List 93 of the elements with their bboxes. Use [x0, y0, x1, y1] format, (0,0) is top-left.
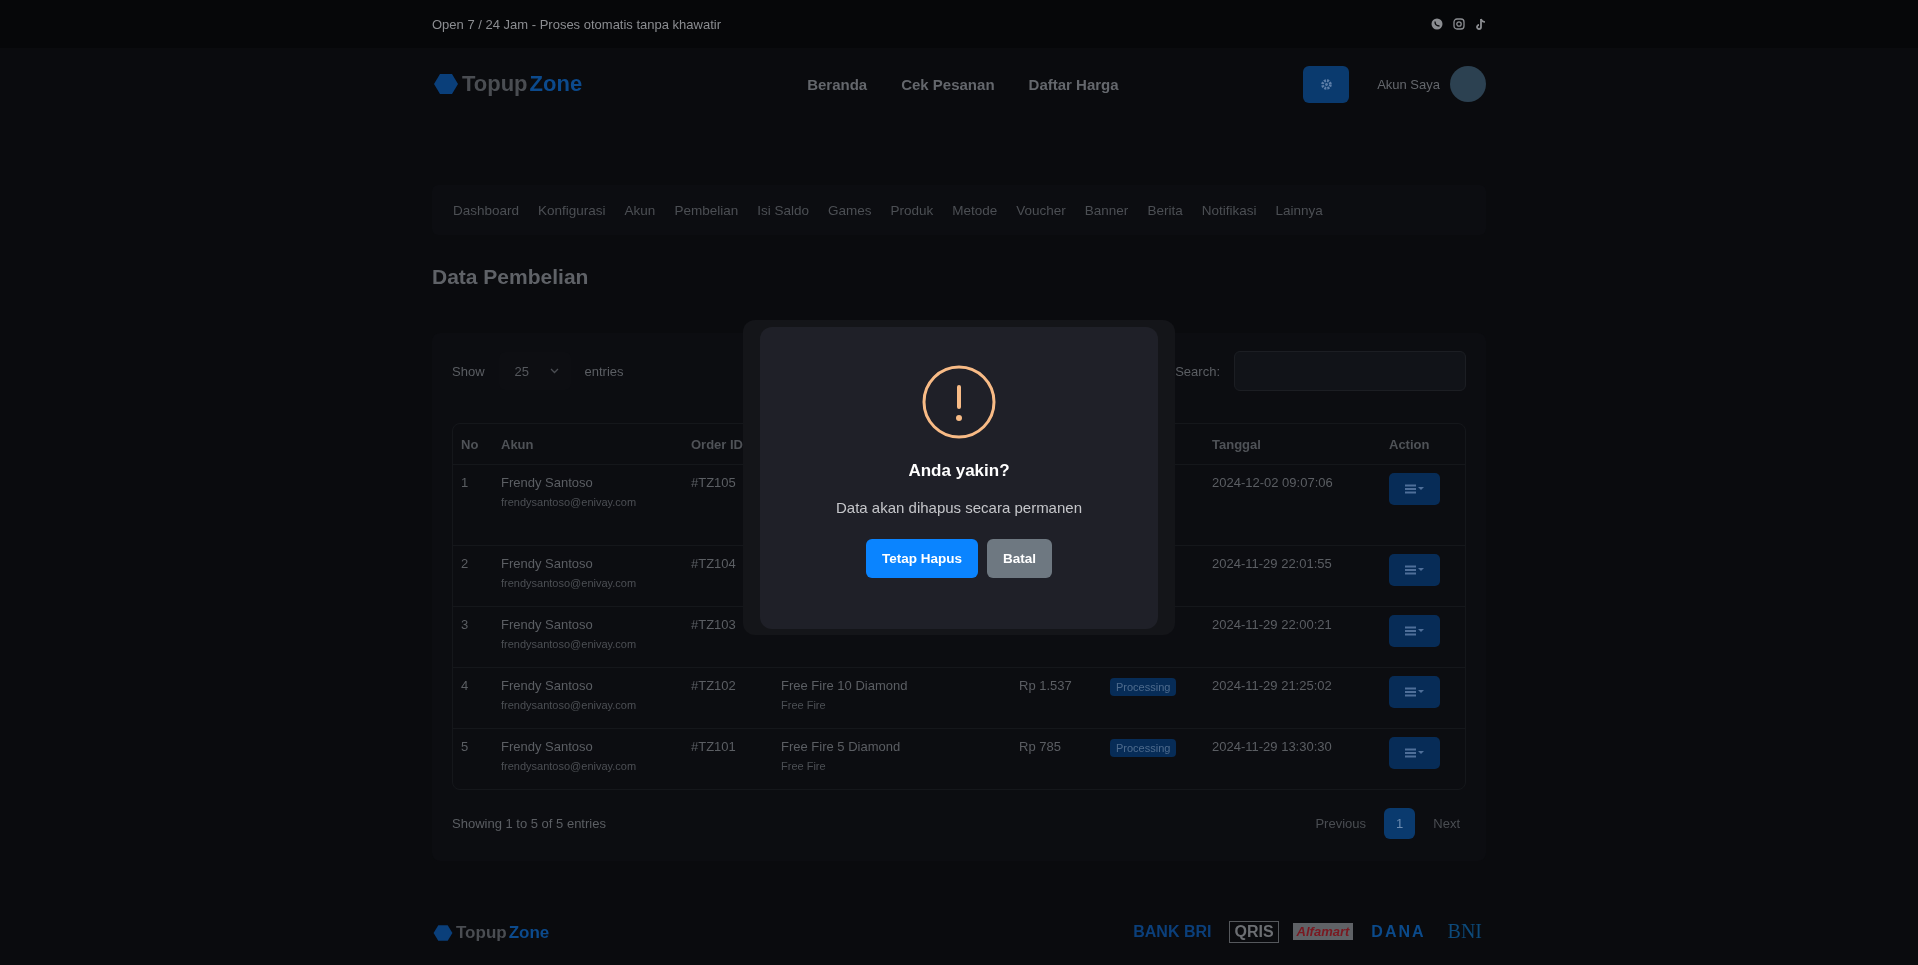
- column-header[interactable]: Tanggal: [1212, 436, 1261, 452]
- order-date: 2024-11-29 22:00:21: [1212, 617, 1332, 632]
- nav-link[interactable]: Cek Pesanan: [901, 75, 995, 93]
- table-cell: 2: [461, 556, 469, 571]
- menu-caret-icon: [1404, 626, 1425, 636]
- admin-menu-item[interactable]: Berita: [1147, 202, 1183, 218]
- admin-menu-item[interactable]: Produk: [890, 202, 934, 218]
- admin-menu-item[interactable]: Banner: [1084, 202, 1129, 218]
- column-header[interactable]: No: [461, 436, 479, 452]
- price: Rp 1.537: [1019, 678, 1072, 693]
- column-header[interactable]: Akun: [501, 436, 534, 452]
- payment-logo: DANA: [1370, 921, 1427, 942]
- payment-logo: Alfamart: [1292, 923, 1354, 940]
- status-badge: Processing: [1110, 739, 1177, 757]
- order-date: 2024-11-29 22:01:55: [1212, 556, 1332, 571]
- menu-caret-icon: [1404, 484, 1425, 494]
- account-name: Frendy Santoso: [501, 678, 593, 693]
- instagram-icon[interactable]: [1453, 18, 1465, 30]
- admin-menu-item[interactable]: Lainnya: [1275, 202, 1323, 218]
- order-date: 2024-12-02 09:07:06: [1212, 475, 1333, 490]
- payment-logo: BNI: [1446, 919, 1483, 944]
- pagination-link[interactable]: Previous: [1309, 808, 1373, 839]
- admin-menu-item[interactable]: Isi Saldo: [757, 202, 809, 218]
- entries-label: entries: [584, 363, 624, 379]
- order-id: #TZ101: [691, 739, 736, 754]
- admin-menu-item[interactable]: Dashboard: [453, 202, 520, 218]
- action-menu-button[interactable]: [1389, 676, 1440, 708]
- menu-caret-icon: [1404, 748, 1425, 758]
- column-header[interactable]: Order ID: [691, 436, 743, 452]
- tagline: Open 7 / 24 Jam - Proses otomatis tanpa khawatir: [432, 16, 722, 32]
- order-id: #TZ103: [691, 617, 736, 632]
- admin-menu-item[interactable]: Games: [827, 202, 872, 218]
- whatsapp-icon[interactable]: [1431, 18, 1443, 30]
- account-email: frendysantoso@enivay.com: [501, 638, 637, 650]
- table-cell: 3: [461, 617, 469, 632]
- account-name: Frendy Santoso: [501, 475, 593, 490]
- product-name: Free Fire 10 Diamond: [781, 678, 908, 693]
- site-logo[interactable]: TopupZone: [432, 70, 583, 98]
- action-menu-button[interactable]: [1389, 554, 1440, 586]
- account-email: frendysantoso@enivay.com: [501, 496, 637, 508]
- settings-icon: [1319, 77, 1333, 91]
- menu-caret-icon: [1404, 565, 1425, 575]
- status-badge: Processing: [1110, 678, 1177, 696]
- settings-button[interactable]: [1303, 65, 1350, 103]
- confirm-button[interactable]: Tetap Hapus: [866, 538, 978, 578]
- column-header[interactable]: Action: [1389, 436, 1430, 452]
- account-email: frendysantoso@enivay.com: [501, 760, 637, 772]
- price: Rp 785: [1019, 739, 1061, 754]
- warning-icon: [922, 364, 996, 439]
- page-title: Data Pembelian: [432, 265, 590, 290]
- nav-link[interactable]: Beranda: [807, 75, 868, 93]
- admin-menu-item[interactable]: Metode: [952, 202, 998, 218]
- show-label: Show: [452, 363, 485, 379]
- table-cell: 5: [461, 739, 469, 754]
- order-date: 2024-11-29 21:25:02: [1212, 678, 1332, 693]
- account-email: frendysantoso@enivay.com: [501, 699, 637, 711]
- account-name: Frendy Santoso: [501, 739, 593, 754]
- cancel-button[interactable]: Batal: [987, 538, 1052, 578]
- dialog-title: Anda yakin?: [908, 460, 1010, 481]
- nav-link[interactable]: Daftar Harga: [1028, 75, 1119, 93]
- music-note-icon[interactable]: [1475, 18, 1486, 30]
- game-name: Free Fire: [781, 760, 826, 772]
- admin-menu-item[interactable]: Konfigurasi: [538, 202, 606, 218]
- account-name: Frendy Santoso: [501, 556, 593, 571]
- table-cell: 4: [461, 678, 469, 693]
- admin-menu-item[interactable]: Voucher: [1016, 202, 1066, 218]
- action-menu-button[interactable]: [1389, 737, 1440, 769]
- order-id: #TZ102: [691, 678, 736, 693]
- order-id: #TZ104: [691, 556, 736, 571]
- order-date: 2024-11-29 13:30:30: [1212, 739, 1332, 754]
- account-email: frendysantoso@enivay.com: [501, 577, 637, 589]
- admin-menu-item[interactable]: Notifikasi: [1201, 202, 1257, 218]
- product-name: Free Fire 5 Diamond: [781, 739, 901, 754]
- pagination-link[interactable]: Next: [1427, 808, 1466, 839]
- payment-logo: QRIS: [1229, 920, 1279, 943]
- payment-logo: BANK BRI: [1132, 921, 1213, 942]
- pagination-link[interactable]: 1: [1384, 808, 1416, 839]
- admin-menu-item[interactable]: Pembelian: [674, 202, 739, 218]
- action-menu-button[interactable]: [1389, 615, 1440, 647]
- menu-caret-icon: [1404, 687, 1425, 697]
- order-id: #TZ105: [691, 475, 736, 490]
- table-info: Showing 1 to 5 of 5 entries: [452, 816, 606, 831]
- table-cell: 1: [461, 475, 469, 490]
- game-name: Free Fire: [781, 699, 826, 711]
- dialog-message: Data akan dihapus secara permanen: [836, 498, 1082, 516]
- action-menu-button[interactable]: [1389, 473, 1440, 505]
- chevron-down-icon: [549, 368, 559, 374]
- avatar[interactable]: [1450, 66, 1486, 102]
- admin-menu-item[interactable]: Akun: [624, 202, 656, 218]
- account-name: Frendy Santoso: [501, 617, 593, 632]
- search-label: Search:: [1175, 363, 1220, 379]
- footer-logo[interactable]: TopupZone: [432, 922, 550, 944]
- account-link[interactable]: Akun Saya: [1377, 76, 1440, 92]
